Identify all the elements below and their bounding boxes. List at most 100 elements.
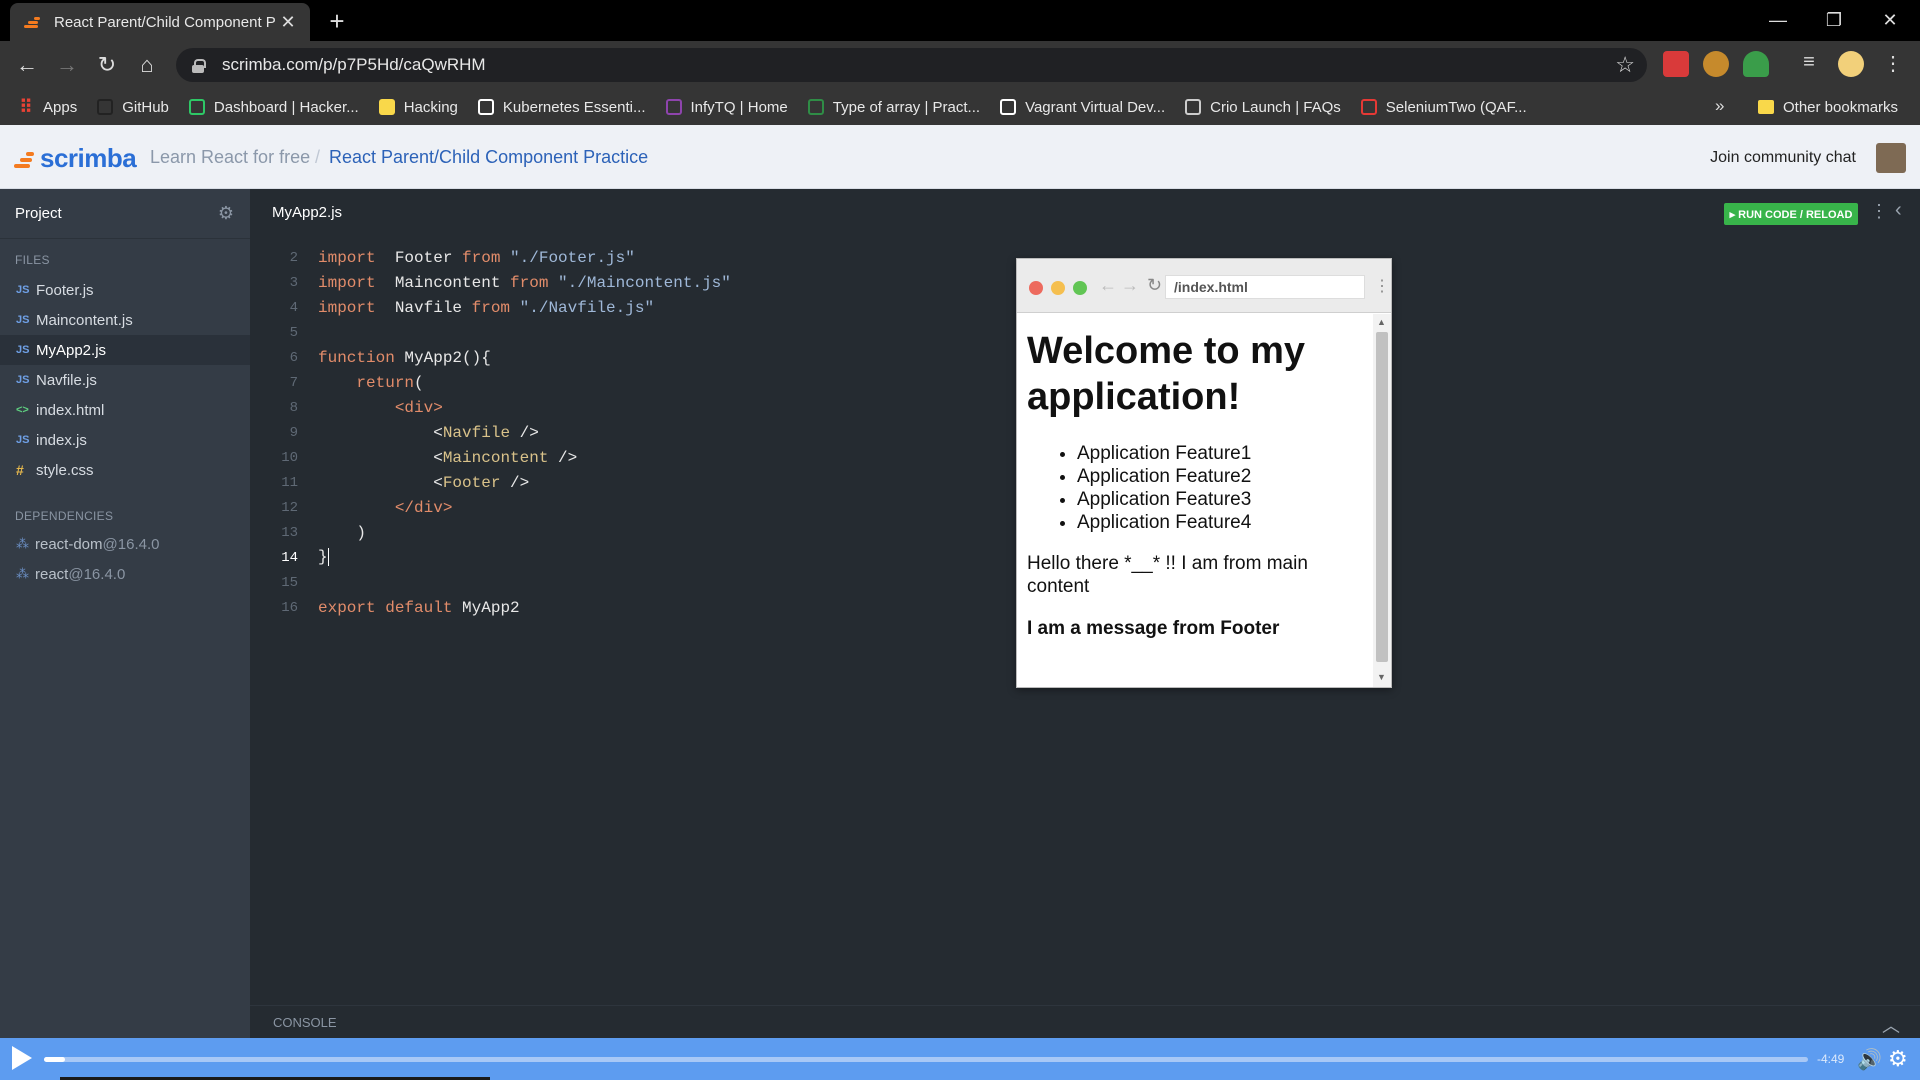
- preview-menu-icon[interactable]: ⋮: [1374, 276, 1390, 296]
- more-options-icon[interactable]: ⋮: [1870, 201, 1888, 222]
- profile-avatar[interactable]: [1838, 51, 1864, 77]
- bookmark-item[interactable]: ⠿ Apps: [18, 96, 78, 117]
- code-token: Footer: [442, 473, 501, 492]
- code-token: (: [414, 373, 424, 392]
- bookmark-label: Type of array | Pract...: [832, 98, 981, 116]
- line-number: 6: [289, 349, 298, 366]
- code-token: "./Maincontent.js": [548, 273, 731, 292]
- file-item[interactable]: # style.css: [0, 455, 250, 485]
- bookmark-item[interactable]: Crio Launch | FAQs: [1185, 99, 1341, 116]
- code-line: 13 ): [250, 520, 731, 545]
- apps-grid-icon: ⠿: [19, 96, 33, 117]
- file-name: MyApp2.js: [36, 341, 107, 359]
- collapse-chevron-icon[interactable]: ‹: [1895, 199, 1902, 222]
- pocket-extension-icon[interactable]: [1663, 51, 1689, 77]
- code-line: 15: [250, 570, 731, 595]
- join-community-chat-link[interactable]: Join community chat: [1710, 149, 1856, 167]
- bookmark-label: Dashboard | Hacker...: [213, 98, 359, 116]
- browser-tab[interactable]: React Parent/Child Component P ✕: [10, 3, 310, 41]
- forward-arrow-icon[interactable]: →: [51, 49, 83, 81]
- close-window-icon[interactable]: ✕: [1862, 0, 1918, 41]
- settings-gear-icon[interactable]: ⚙: [1888, 1046, 1908, 1072]
- editor-file-tab[interactable]: MyApp2.js: [272, 204, 342, 221]
- file-item[interactable]: JS MyApp2.js: [0, 335, 250, 365]
- breadcrumb-course[interactable]: Learn React for free: [150, 147, 310, 168]
- new-tab-button[interactable]: +: [322, 6, 352, 37]
- dependency-item[interactable]: ⁂ react @16.4.0: [0, 559, 250, 589]
- file-list: JS Footer.js JS Maincontent.js JS MyApp2.js JS…: [0, 275, 250, 485]
- code-line: 5: [250, 320, 731, 345]
- code-line: 2 import Footer from "./Footer.js": [250, 245, 731, 270]
- extension-icon[interactable]: [1743, 51, 1769, 77]
- browser-toolbar: ← → ↻ ⌂ scrimba.com/p/p7P5Hd/caQwRHM ☆: [0, 41, 1920, 89]
- scroll-up-icon[interactable]: ▲: [1377, 317, 1386, 327]
- file-item[interactable]: <> index.html: [0, 395, 250, 425]
- code-token: />: [548, 448, 578, 467]
- line-number: 2: [289, 249, 298, 266]
- code-token: import: [318, 248, 376, 267]
- preview-forward-icon[interactable]: →: [1121, 275, 1139, 296]
- file-item[interactable]: JS Navfile.js: [0, 365, 250, 395]
- bookmark-item[interactable]: Hacking: [378, 99, 458, 116]
- bookmark-item[interactable]: SeleniumTwo (QAF...: [1360, 99, 1527, 116]
- extension-icon[interactable]: [1703, 51, 1729, 77]
- preview-url-field[interactable]: /index.html: [1165, 275, 1365, 299]
- home-icon[interactable]: ⌂: [131, 49, 163, 81]
- progress-track[interactable]: [44, 1057, 1808, 1062]
- code-token: from: [471, 298, 511, 317]
- folder-icon: [378, 99, 395, 115]
- bookmark-star-icon[interactable]: ☆: [1615, 52, 1635, 78]
- code-text: <Maincontent />: [298, 449, 577, 467]
- scroll-down-icon[interactable]: ▼: [1377, 672, 1386, 682]
- bookmark-item[interactable]: Kubernetes Essenti...: [477, 99, 646, 116]
- expand-chevron-icon[interactable]: ︿: [1882, 1012, 1900, 1038]
- restore-window-icon[interactable]: ❐: [1806, 0, 1862, 41]
- other-bookmarks[interactable]: Other bookmarks: [1758, 89, 1898, 125]
- reload-icon[interactable]: ↻: [91, 49, 123, 81]
- console-bar[interactable]: CONSOLE ︿: [250, 1005, 1920, 1038]
- user-avatar[interactable]: [1876, 143, 1906, 173]
- media-control-icon[interactable]: ≡: [1796, 51, 1822, 77]
- code-token: MyApp2: [452, 598, 520, 617]
- preview-reload-icon[interactable]: ↻: [1147, 275, 1162, 296]
- play-icon[interactable]: [12, 1046, 32, 1070]
- file-item[interactable]: JS Maincontent.js: [0, 305, 250, 335]
- preview-scrollbar[interactable]: ▲ ▼: [1373, 314, 1391, 687]
- bookmark-item[interactable]: Dashboard | Hacker...: [188, 98, 359, 116]
- code-line: 6 function MyApp2(){: [250, 345, 731, 370]
- code-token: />: [500, 473, 530, 492]
- code-token: <div>: [394, 398, 443, 417]
- geeksforgeeks-icon: [807, 99, 824, 115]
- scroll-thumb[interactable]: [1376, 332, 1388, 662]
- back-arrow-icon[interactable]: ←: [11, 49, 43, 81]
- close-tab-icon[interactable]: ✕: [278, 12, 298, 33]
- dependency-list: ⁂ react-dom @16.4.0 ⁂ react @16.4.0: [0, 529, 250, 589]
- volume-icon[interactable]: 🔊: [1857, 1047, 1882, 1072]
- file-item[interactable]: JS Footer.js: [0, 275, 250, 305]
- bookmark-item[interactable]: GitHub: [97, 99, 169, 116]
- code-token: export: [318, 598, 376, 617]
- code-token: <: [318, 473, 443, 492]
- code-line: 4 import Navfile from "./Navfile.js": [250, 295, 731, 320]
- scrimba-logo[interactable]: scrimba: [14, 143, 137, 174]
- bookmark-label: GitHub: [122, 98, 169, 116]
- file-item[interactable]: JS index.js: [0, 425, 250, 455]
- bookmark-item[interactable]: InfyTQ | Home: [665, 99, 788, 116]
- google-icon: [1000, 99, 1017, 115]
- bookmark-item[interactable]: Type of array | Pract...: [807, 98, 981, 116]
- gear-icon[interactable]: ⚙: [218, 203, 234, 224]
- minimize-window-icon[interactable]: —: [1750, 0, 1806, 41]
- address-bar[interactable]: scrimba.com/p/p7P5Hd/caQwRHM ☆: [176, 48, 1647, 82]
- scrimba-logo-icon: [14, 150, 36, 168]
- feature-item: Application Feature4: [1077, 511, 1363, 534]
- dependency-item[interactable]: ⁂ react-dom @16.4.0: [0, 529, 250, 559]
- more-bookmarks-icon[interactable]: »: [1715, 96, 1724, 116]
- bookmark-label: Apps: [43, 98, 78, 116]
- run-code-button[interactable]: ▸ RUN CODE / RELOAD: [1724, 203, 1858, 225]
- bookmark-item[interactable]: Vagrant Virtual Dev...: [1000, 99, 1165, 116]
- file-name: Navfile.js: [36, 371, 97, 389]
- browser-menu-icon[interactable]: ⋮: [1880, 51, 1906, 77]
- code-area[interactable]: 2 import Footer from "./Footer.js" 3 import…: [250, 245, 731, 620]
- preview-back-icon[interactable]: ←: [1099, 275, 1117, 296]
